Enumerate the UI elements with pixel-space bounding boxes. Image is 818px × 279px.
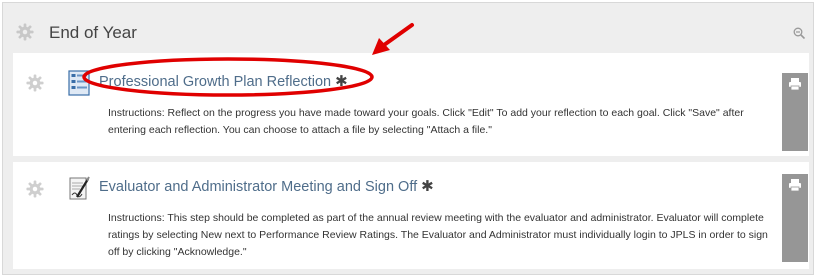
item-instructions: Instructions: This step should be comple…: [108, 212, 768, 258]
zoom-out-icon[interactable]: [793, 27, 805, 39]
print-button[interactable]: [782, 174, 808, 262]
print-icon: [789, 179, 801, 192]
gear-icon: [26, 74, 44, 92]
required-star-icon: ✱: [335, 73, 348, 90]
form-document-icon: [68, 70, 90, 96]
item-title-link[interactable]: Professional Growth Plan Reflection ✱: [99, 72, 348, 90]
required-star-icon: ✱: [421, 178, 434, 195]
print-icon: [789, 78, 801, 91]
list-item: Professional Growth Plan Reflection ✱ Ins…: [13, 53, 809, 156]
end-of-year-section: End of Year Professional Growth Plan Ref…: [2, 2, 814, 275]
item-title[interactable]: Professional Growth Plan Reflection: [99, 74, 331, 90]
item-instructions: Instructions: Reflect on the progress yo…: [108, 107, 744, 136]
signature-document-icon: [69, 176, 90, 200]
print-button[interactable]: [782, 73, 808, 151]
item-title[interactable]: Evaluator and Administrator Meeting and …: [99, 179, 417, 195]
section-title: End of Year: [49, 23, 137, 42]
gear-icon: [26, 180, 44, 198]
section-header: End of Year: [3, 3, 813, 49]
item-title-link[interactable]: Evaluator and Administrator Meeting and …: [99, 177, 434, 195]
list-item: Evaluator and Administrator Meeting and …: [13, 162, 809, 269]
gear-icon: [16, 23, 34, 41]
